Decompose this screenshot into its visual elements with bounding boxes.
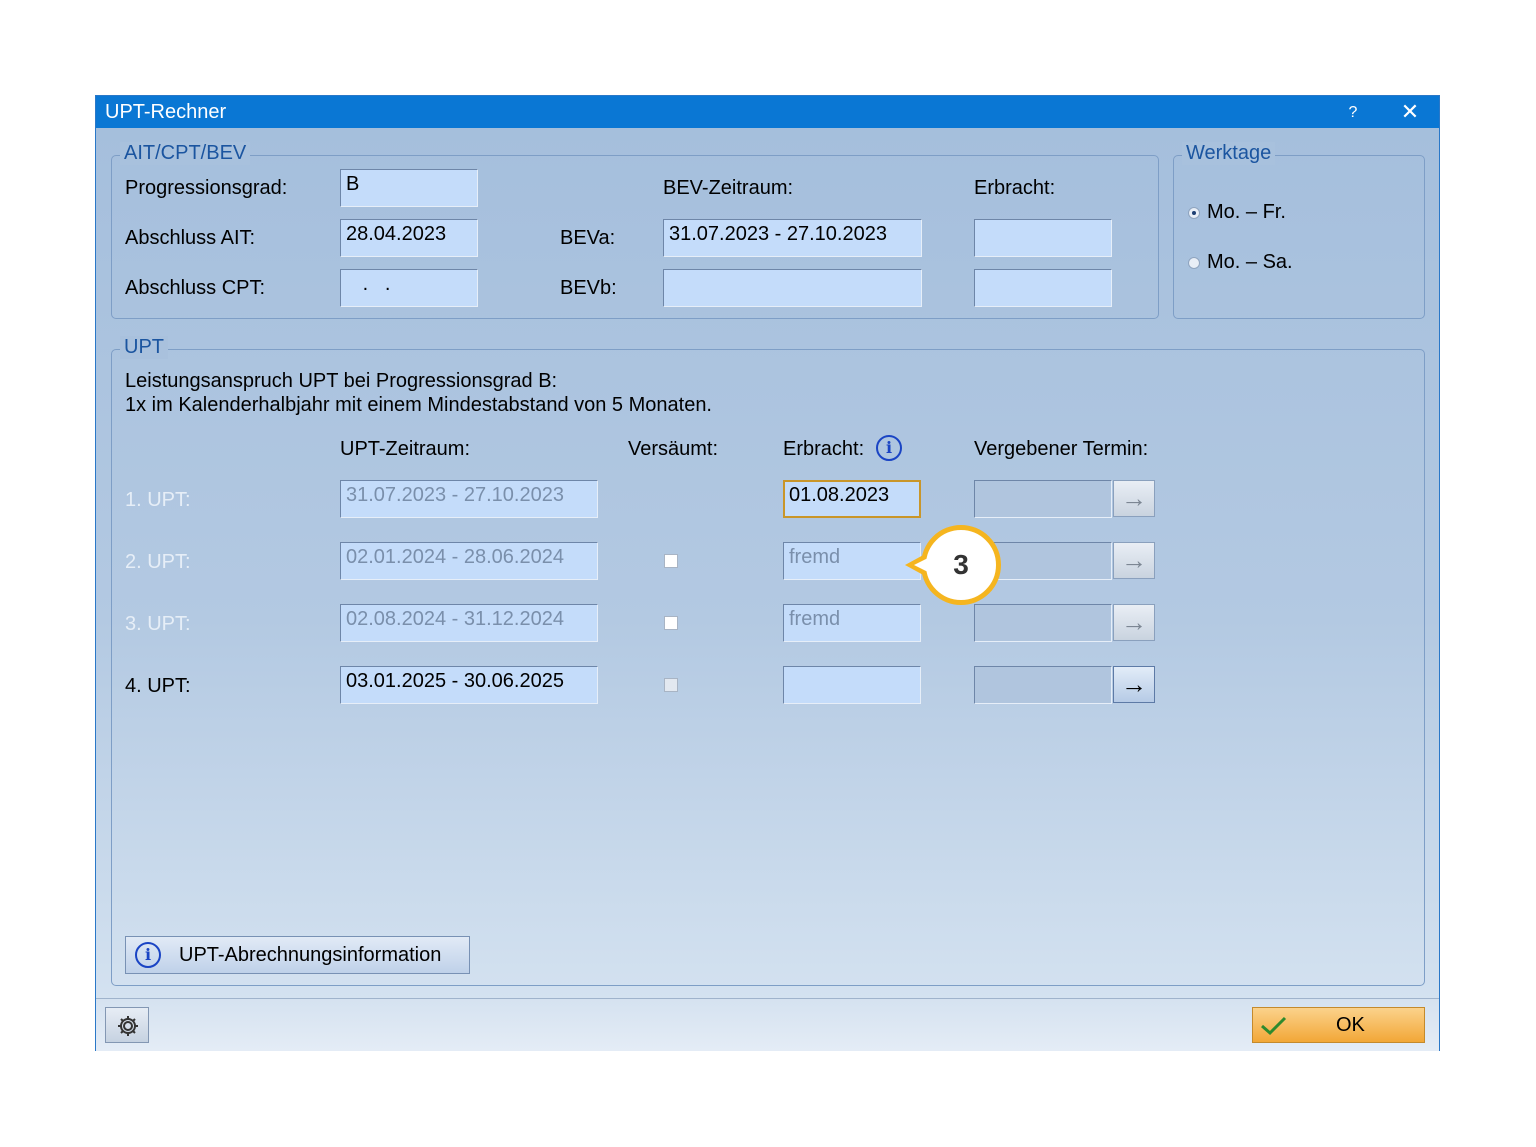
abschluss-cpt-field[interactable]: . . [340,269,478,307]
bev-zeitraum-label: BEV-Zeitraum: [663,177,794,199]
radio-mo-sa-label[interactable]: Mo. – Sa. [1207,251,1293,274]
window-title: UPT-Rechner [105,101,227,123]
upt-row-4-versaeumt-checkbox[interactable] [664,678,678,692]
upt-row-2-label: 2. UPT: [125,551,191,573]
arrow-right-icon: → [1121,483,1147,513]
upt-row-3-zeitraum: 02.08.2024 - 31.12.2024 [340,604,598,642]
abschluss-cpt-label: Abschluss CPT: [125,277,266,299]
upt-row-3-versaeumt-checkbox[interactable] [664,616,678,630]
close-button[interactable]: ✕ [1396,98,1424,126]
werktage-legend: Werktage [1182,142,1276,165]
help-button[interactable]: ? [1340,101,1366,125]
upt-row-2-arrow-button[interactable]: → [1113,542,1155,579]
bevb-erbracht-field[interactable] [974,269,1112,307]
upt-row-1-termin [974,480,1112,518]
bevb-label: BEVb: [560,277,617,299]
arrow-right-icon: → [1121,607,1147,637]
werktage-group: Werktage Mo. – Fr. Mo. – Sa. [1173,142,1425,319]
settings-button[interactable] [105,1007,149,1043]
beva-zeitraum-field[interactable]: 31.07.2023 - 27.10.2023 [663,219,922,257]
erbracht-info-icon[interactable]: i [876,435,902,461]
upt-row-4-arrow-button[interactable]: → [1113,666,1155,703]
upt-description-line2: 1x im Kalenderhalbjahr mit einem Mindest… [125,394,712,416]
upt-row-3-arrow-button[interactable]: → [1113,604,1155,641]
bevb-zeitraum-field[interactable] [663,269,922,307]
beva-label: BEVa: [560,227,616,249]
upt-abrechnungsinformation-label: UPT-Abrechnungsinformation [179,944,442,966]
ok-button[interactable]: OK [1252,1007,1425,1043]
upt-description-line1: Leistungsanspruch UPT bei Progressionsgr… [125,370,558,392]
ait-cpt-bev-group: AIT/CPT/BEV Progressionsgrad: B Abschlus… [111,142,1159,319]
radio-mo-sa[interactable] [1188,257,1200,269]
upt-row-1-zeitraum: 31.07.2023 - 27.10.2023 [340,480,598,518]
beva-erbracht-field[interactable] [974,219,1112,257]
arrow-right-icon: → [1121,669,1147,699]
header-vergebener-termin: Vergebener Termin: [974,438,1149,460]
radio-mo-fr[interactable] [1188,207,1200,219]
info-icon: i [135,942,161,968]
bottom-bar: OK [96,998,1439,1051]
upt-abrechnungsinformation-button[interactable]: i UPT-Abrechnungsinformation [125,936,470,974]
progressionsgrad-label: Progressionsgrad: [125,177,288,199]
callout-badge: 3 [921,525,1001,605]
upt-row-1-erbracht[interactable]: 01.08.2023 [783,480,921,518]
upt-rechner-dialog: UPT-Rechner ? ✕ AIT/CPT/BEV Progressions… [95,95,1440,1051]
upt-row-3-erbracht[interactable]: fremd [783,604,921,642]
upt-row-4-erbracht[interactable] [783,666,921,704]
header-upt-zeitraum: UPT-Zeitraum: [340,438,471,460]
upt-row-3-label: 3. UPT: [125,613,191,635]
abschluss-ait-field[interactable]: 28.04.2023 [340,219,478,257]
upt-row-2-erbracht[interactable]: fremd [783,542,921,580]
title-bar[interactable]: UPT-Rechner ? ✕ [96,96,1439,128]
ait-cpt-bev-legend: AIT/CPT/BEV [120,142,251,165]
upt-row-1-label: 1. UPT: [125,489,191,511]
abschluss-ait-label: Abschluss AIT: [125,227,256,249]
upt-row-3-termin [974,604,1112,642]
progressionsgrad-field[interactable]: B [340,169,478,207]
gear-icon [118,1016,138,1036]
callout-pointer-inner [914,558,928,572]
upt-row-4-zeitraum[interactable]: 03.01.2025 - 30.06.2025 [340,666,598,704]
header-versaeumt: Versäumt: [628,438,719,460]
upt-row-4-label: 4. UPT: [125,675,191,697]
upt-row-1-arrow-button[interactable]: → [1113,480,1155,517]
ok-label: OK [1336,1014,1365,1036]
checkmark-icon [1261,1016,1287,1036]
upt-row-4-termin [974,666,1112,704]
radio-mo-fr-label[interactable]: Mo. – Fr. [1207,201,1286,224]
arrow-right-icon: → [1121,545,1147,575]
header-erbracht: Erbracht: [783,438,865,460]
upt-row-2-zeitraum: 02.01.2024 - 28.06.2024 [340,542,598,580]
bev-erbracht-label: Erbracht: [974,177,1056,199]
upt-row-2-versaeumt-checkbox[interactable] [664,554,678,568]
upt-group: UPT Leistungsanspruch UPT bei Progressio… [111,336,1425,986]
upt-legend: UPT [120,336,168,359]
